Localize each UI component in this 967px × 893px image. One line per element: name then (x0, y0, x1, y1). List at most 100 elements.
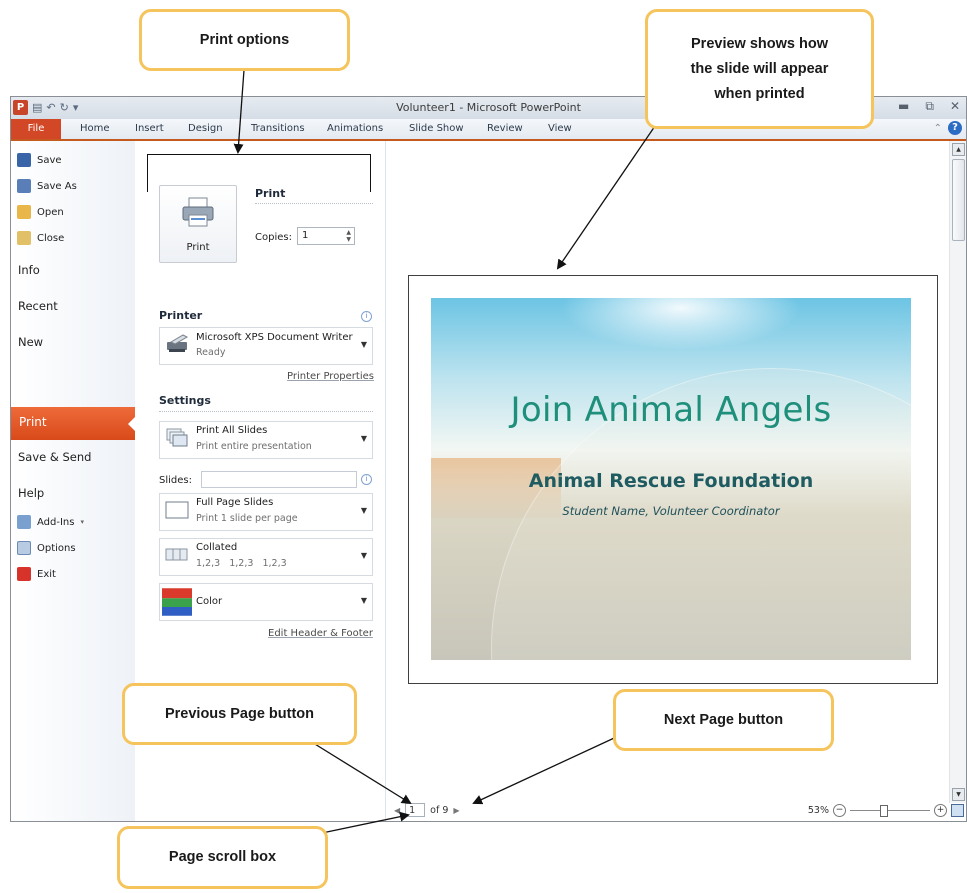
page-count: of 9 (430, 804, 449, 816)
close-icon[interactable]: ✕ (950, 99, 960, 114)
current-page-input[interactable]: 1 (405, 803, 426, 817)
print-button[interactable]: Print (159, 185, 237, 263)
chevron-down-icon: ▼ (360, 551, 367, 560)
layout-dropdown[interactable]: Full Page Slides Print 1 slide per page … (159, 493, 373, 531)
info-icon[interactable]: i (361, 474, 372, 485)
nav-save-as-label: Save As (37, 180, 77, 192)
slide-byline: Student Name, Volunteer Coordinator (562, 504, 780, 518)
nav-close[interactable]: Close (17, 231, 64, 245)
nav-print-label: Print (19, 415, 47, 429)
nav-options[interactable]: Options (17, 541, 76, 555)
color-main: Color (196, 596, 223, 607)
help-icon[interactable]: ? (948, 121, 962, 135)
nav-open[interactable]: Open (17, 205, 64, 219)
close-folder-icon (17, 231, 31, 245)
print-range-main: Print All Slides (196, 425, 268, 436)
print-range-sub: Print entire presentation (196, 441, 312, 452)
printer-name: Microsoft XPS Document Writer (196, 332, 353, 343)
zoom-level[interactable]: 53% (808, 805, 829, 816)
exit-icon (17, 567, 31, 581)
print-options-bracket (147, 154, 371, 192)
callout-preview: Preview shows how the slide will appear … (645, 9, 874, 129)
tab-slide-show[interactable]: Slide Show (409, 123, 464, 134)
callout-page-scroll-box: Page scroll box (117, 826, 328, 889)
zoom-in-icon[interactable]: + (934, 804, 947, 817)
xps-printer-icon (167, 334, 189, 352)
nav-close-label: Close (37, 232, 65, 244)
tab-design[interactable]: Design (188, 123, 223, 134)
color-dropdown[interactable]: Color ▼ (159, 583, 373, 621)
chevron-down-icon: ▼ (360, 340, 367, 349)
restore-icon[interactable]: ⧉ (925, 99, 934, 114)
layout-main: Full Page Slides (196, 497, 274, 508)
tab-file[interactable]: File (11, 119, 61, 139)
nav-new[interactable]: New (18, 335, 43, 349)
slide-title: Join Animal Angels (510, 390, 832, 430)
previous-page-icon[interactable]: ◀ (394, 806, 400, 815)
callout-print-options: Print options (139, 9, 350, 71)
nav-print[interactable]: Print (11, 407, 136, 440)
divider (159, 411, 373, 412)
tab-animations[interactable]: Animations (327, 123, 383, 134)
tab-home[interactable]: Home (80, 123, 110, 134)
printer-properties-link[interactable]: Printer Properties (287, 371, 374, 382)
scroll-thumb[interactable] (952, 159, 965, 241)
tab-transitions[interactable]: Transitions (251, 123, 305, 134)
copies-spinner[interactable]: ▲ ▼ (346, 229, 351, 243)
slide-subtitle: Animal Rescue Foundation (528, 470, 814, 492)
chevron-down-icon: ▼ (360, 434, 367, 443)
chevron-down-icon: ▼ (360, 596, 367, 605)
info-icon[interactable]: i (361, 311, 372, 322)
nav-recent[interactable]: Recent (18, 299, 58, 313)
print-range-dropdown[interactable]: Print All Slides Print entire presentati… (159, 421, 373, 459)
options-icon (17, 541, 31, 555)
divider (255, 203, 373, 204)
nav-options-label: Options (37, 542, 76, 554)
nav-save-send[interactable]: Save & Send (18, 450, 91, 464)
nav-addins[interactable]: Add-Ins ▾ (17, 515, 84, 529)
nav-save[interactable]: Save (17, 153, 62, 167)
zoom-slider-thumb[interactable] (880, 805, 888, 817)
callout-previous-page: Previous Page button (122, 683, 357, 745)
printer-icon (182, 197, 214, 227)
scroll-up-icon[interactable]: ▲ (952, 143, 965, 156)
chevron-down-icon: ▼ (360, 506, 367, 515)
collated-pages-icon (165, 548, 188, 561)
zoom-control: 53% − + (808, 804, 964, 817)
printer-status: Ready (196, 347, 226, 358)
printer-dropdown[interactable]: Microsoft XPS Document Writer Ready ▼ (159, 327, 373, 365)
zoom-to-page-icon[interactable] (951, 804, 964, 817)
minimize-icon[interactable]: ▬ (898, 99, 909, 114)
vertical-scrollbar[interactable]: ▲ ▼ (949, 141, 966, 803)
nav-help[interactable]: Help (18, 486, 44, 500)
collate-dropdown[interactable]: Collated 1,2,3 1,2,3 1,2,3 ▼ (159, 538, 373, 576)
copies-input[interactable]: 1 ▲ ▼ (297, 227, 355, 245)
save-as-icon (17, 179, 31, 193)
collate-sub: 1,2,3 1,2,3 1,2,3 (196, 558, 287, 569)
nav-addins-label: Add-Ins (37, 516, 75, 528)
next-page-icon[interactable]: ▶ (453, 806, 459, 815)
scroll-down-icon[interactable]: ▼ (952, 788, 965, 801)
backstage-nav: Save Save As Open Close Info Recent New … (11, 141, 136, 821)
print-button-label: Print (186, 242, 210, 253)
slides-input[interactable] (201, 471, 357, 488)
tab-insert[interactable]: Insert (135, 123, 164, 134)
page-navigator: ◀ 1 of 9 ▶ (394, 803, 460, 817)
minimize-ribbon-icon[interactable]: ⌃ (934, 123, 942, 134)
color-swatch-icon (162, 588, 192, 616)
callout-next-page: Next Page button (613, 689, 834, 751)
window-controls: ▬ ⧉ ✕ (898, 99, 960, 114)
callout-preview-line: when printed (714, 85, 805, 102)
edit-header-footer-link[interactable]: Edit Header & Footer (268, 628, 373, 639)
nav-save-as[interactable]: Save As (17, 179, 77, 193)
zoom-slider[interactable] (850, 805, 930, 817)
zoom-out-icon[interactable]: − (833, 804, 846, 817)
save-icon (17, 153, 31, 167)
nav-exit[interactable]: Exit (17, 567, 56, 581)
tab-view[interactable]: View (548, 123, 572, 134)
nav-info[interactable]: Info (18, 263, 40, 277)
nav-save-label: Save (37, 154, 62, 166)
help-area: ⌃ ? (934, 121, 962, 135)
nav-open-label: Open (37, 206, 64, 218)
tab-review[interactable]: Review (487, 123, 523, 134)
